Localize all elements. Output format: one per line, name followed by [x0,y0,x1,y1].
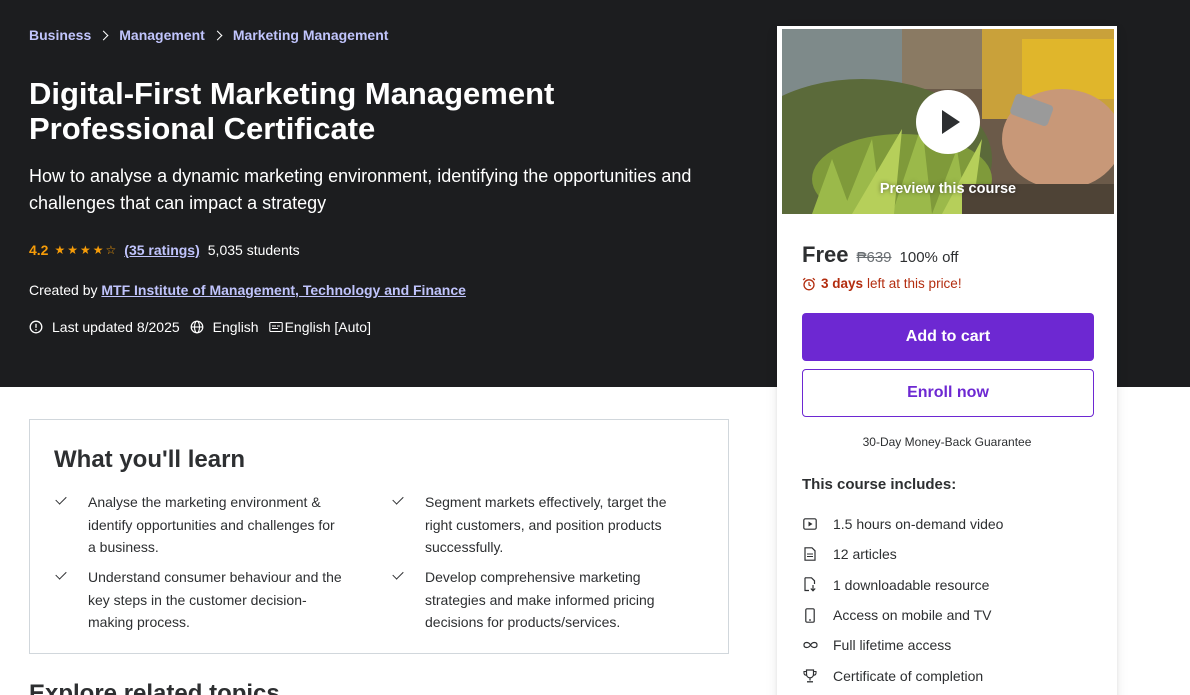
captions: English [Auto] [268,319,371,335]
includes-item-label: Full lifetime access [833,637,952,654]
breadcrumb-marketing-management[interactable]: Marketing Management [233,27,389,43]
money-back-guarantee: 30-Day Money-Back Guarantee [862,435,1032,449]
related-topics-title: Explore related topics [29,680,280,695]
video-icon [802,516,818,532]
includes-list: 1.5 hours on-demand video 12 articles 1 … [802,509,1102,691]
includes-item: 12 articles [802,539,1102,569]
breadcrumb-management[interactable]: Management [119,27,205,43]
play-icon [942,110,960,134]
includes-item: Access on mobile and TV [802,600,1102,630]
includes-title: This course includes: [802,476,957,493]
discount-percent: 100% off [899,249,959,266]
closed-captions-icon [268,321,283,333]
chevron-right-icon [98,30,109,40]
check-icon [392,568,404,580]
mobile-icon [802,607,818,623]
last-updated-text: Last updated 8/2025 [52,319,180,335]
learn-item: Analyse the marketing environment & iden… [55,491,346,559]
price-row: Free ₱639 100% off [802,242,958,268]
instructor-link[interactable]: MTF Institute of Management, Technology … [101,282,466,298]
learn-item: Segment markets effectively, target the … [392,491,683,559]
course-landing-page: Business Management Marketing Management… [0,0,1190,695]
alert-clock-icon [29,320,43,334]
what-you-learn-title: What you'll learn [54,446,246,473]
includes-item-label: 12 articles [833,546,897,563]
learn-item-text: Understand consumer behaviour and the ke… [88,569,342,630]
check-icon [55,493,67,505]
check-icon [392,493,404,505]
rating-value: 4.2 [29,242,49,258]
trophy-icon [802,668,818,684]
star-empty-icon: ☆ [105,243,117,257]
course-title: Digital-First Marketing Management Profe… [29,76,555,146]
original-price: ₱639 [856,249,892,266]
download-icon [802,577,818,593]
purchase-sidebar: Preview this course Free ₱639 100% off 3… [777,26,1117,695]
learn-item-text: Segment markets effectively, target the … [425,494,667,555]
timer-text: left at this price! [867,276,962,291]
language: English [190,319,259,335]
includes-item: 1.5 hours on-demand video [802,509,1102,539]
last-updated: Last updated 8/2025 [29,319,180,335]
ratings-count-link[interactable]: (35 ratings) [124,242,199,258]
course-preview[interactable]: Preview this course [782,29,1114,214]
preview-label: Preview this course [879,181,1017,197]
globe-icon [190,320,204,334]
learn-item: Develop comprehensive marketing strategi… [392,566,683,634]
breadcrumb-business[interactable]: Business [29,27,91,43]
learn-item-text: Develop comprehensive marketing strategi… [425,569,655,630]
captions-text: English [Auto] [284,319,371,335]
includes-item-label: Access on mobile and TV [833,607,992,624]
timer-days: 3 days [821,276,864,291]
star-full-icon: ★ [54,243,66,257]
what-you-learn-box: What you'll learn Analyse the marketing … [29,419,729,654]
add-to-cart-button[interactable]: Add to cart [802,313,1094,361]
includes-item: Full lifetime access [802,630,1102,660]
star-rating: ★ ★ ★ ★ ☆ [54,243,116,257]
current-price: Free [802,242,849,267]
includes-item: Certificate of completion [802,660,1102,690]
includes-item-label: Certificate of completion [833,667,984,684]
star-full-icon: ★ [92,243,104,257]
star-full-icon: ★ [80,243,91,257]
infinity-icon [802,637,818,653]
alarm-clock-icon [802,277,816,290]
breadcrumb: Business Management Marketing Management [29,27,388,43]
learn-item-text: Analyse the marketing environment & iden… [88,494,335,555]
includes-item-label: 1.5 hours on-demand video [833,516,1004,533]
price-timer: 3 days left at this price! [802,276,962,291]
students-count: 5,035 students [207,242,300,258]
learn-item: Understand consumer behaviour and the ke… [55,566,346,634]
check-icon [55,568,67,580]
created-by-label: Created by [29,282,98,298]
course-meta: Last updated 8/2025 English English [Aut… [29,319,371,335]
language-text: English [212,319,259,335]
play-button[interactable] [916,90,980,154]
chevron-right-icon [212,30,223,40]
includes-item: 1 downloadable resource [802,570,1102,600]
course-subtitle: How to analyse a dynamic marketing envir… [29,166,692,213]
rating-row: 4.2 ★ ★ ★ ★ ☆ (35 ratings) 5,035 student… [29,242,300,258]
star-full-icon: ★ [67,243,78,257]
includes-item-label: 1 downloadable resource [833,576,990,593]
created-by: Created by MTF Institute of Management, … [29,282,466,298]
article-icon [802,546,818,562]
enroll-now-button[interactable]: Enroll now [802,369,1094,417]
